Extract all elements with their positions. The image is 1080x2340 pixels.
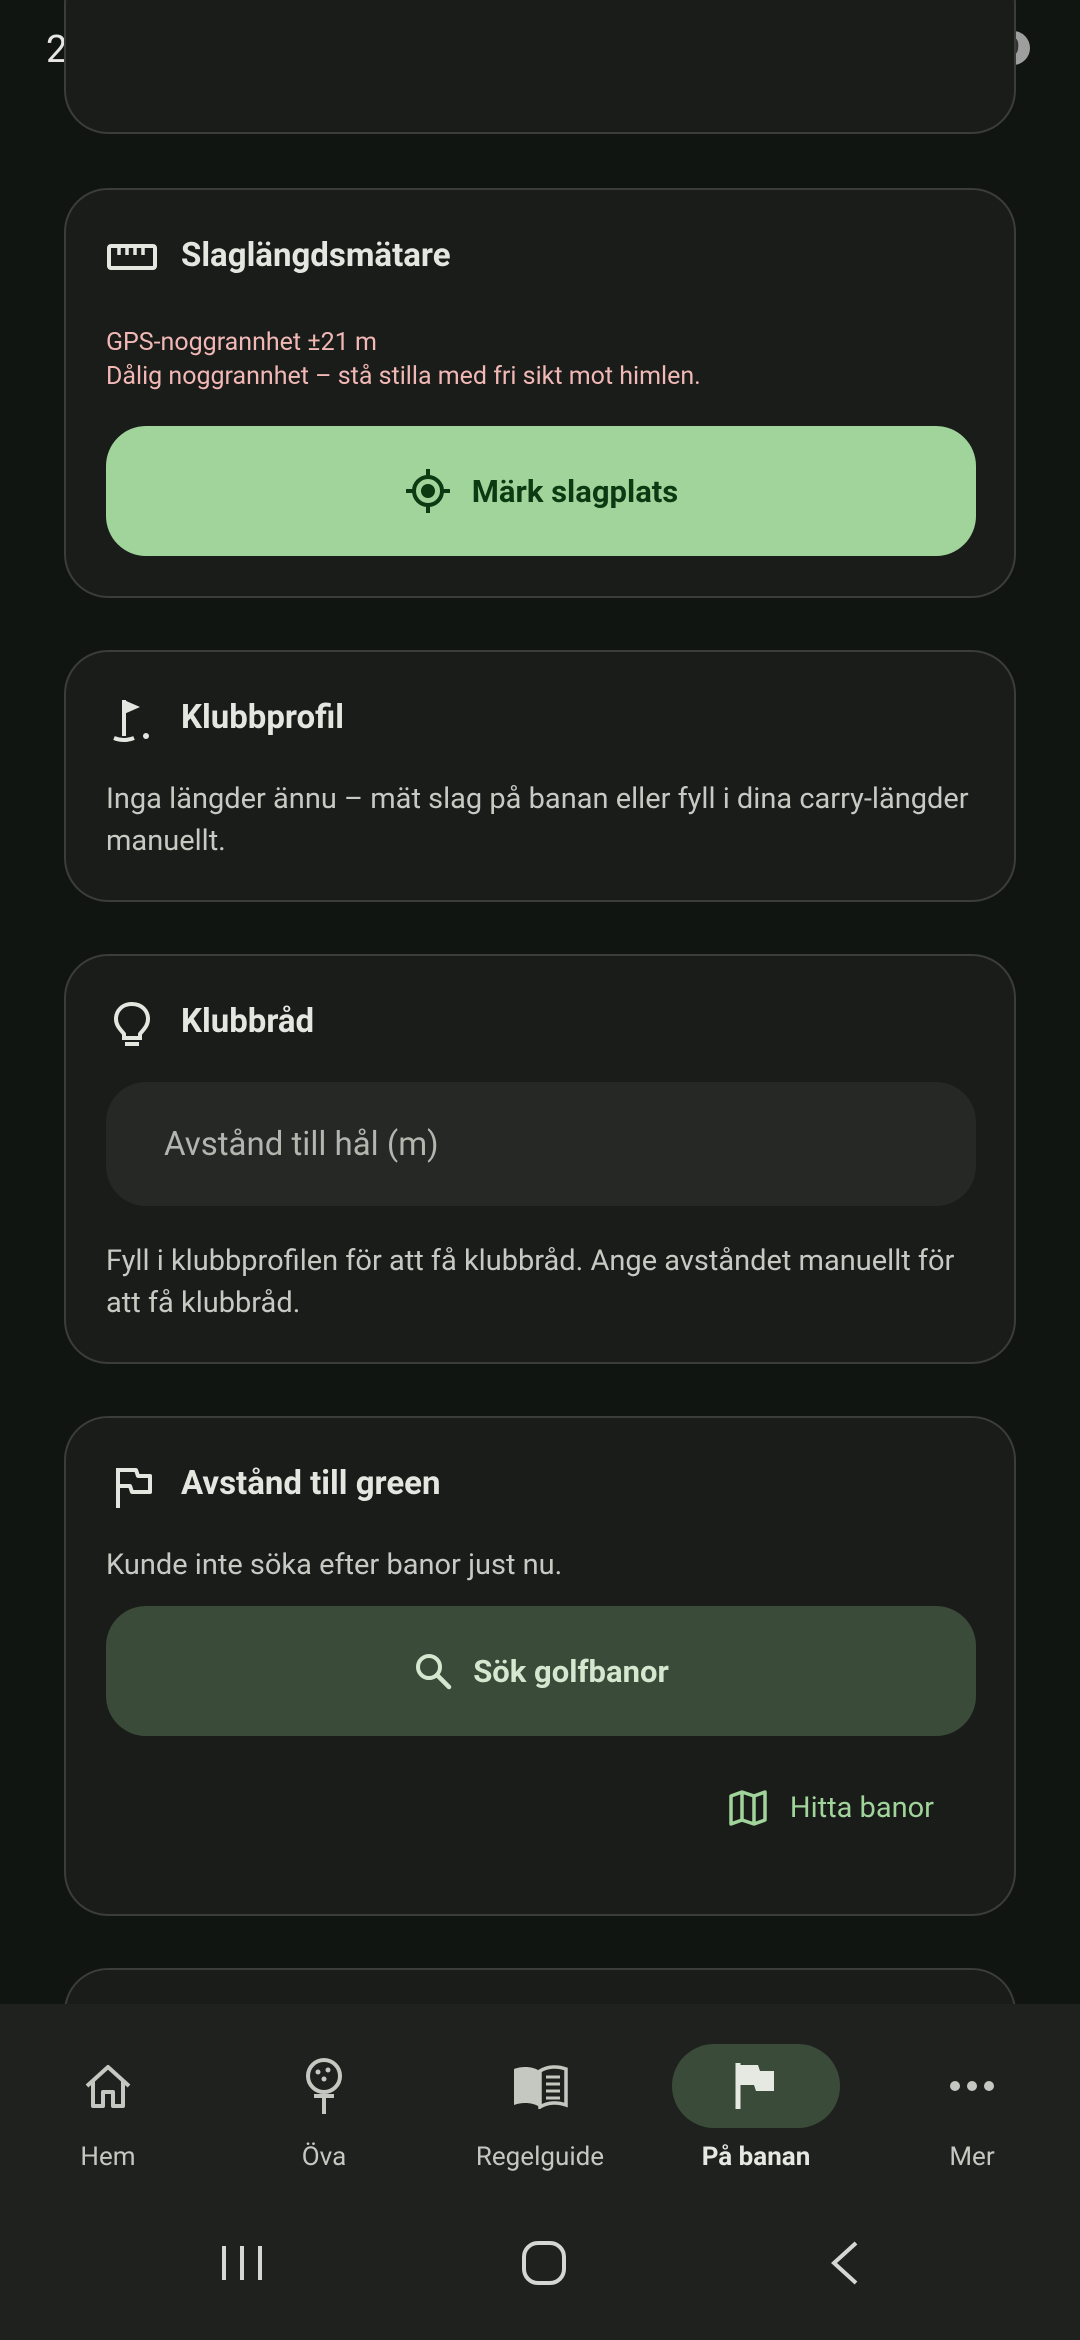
gps-warning-text: Dålig noggrannhet – stå stilla med fri s… bbox=[106, 362, 701, 391]
nav-item-on-course[interactable]: På banan bbox=[656, 2044, 856, 2172]
nav-item-home[interactable]: Hem bbox=[8, 2044, 208, 2172]
nav-item-more[interactable]: Mer bbox=[872, 2044, 1072, 2172]
lightbulb-icon bbox=[113, 1001, 151, 1046]
previous-card bbox=[64, 0, 1016, 134]
course-search-error-text: Kunde inte söka efter banor just nu. bbox=[106, 1548, 563, 1582]
club-profile-title: Klubbprofil bbox=[181, 698, 344, 737]
search-courses-label: Sök golfbanor bbox=[473, 1652, 669, 1690]
gps-accuracy-text: GPS-noggrannhet ±21 m bbox=[106, 328, 377, 357]
find-courses-label: Hitta banor bbox=[789, 1791, 934, 1825]
club-advice-title: Klubbråd bbox=[181, 1002, 315, 1041]
distance-to-hole-input[interactable]: Avstånd till hål (m) bbox=[106, 1082, 976, 1206]
mark-shot-label: Märk slagplats bbox=[471, 472, 679, 510]
bottom-navigation: Hem Öva Regelguide På banan Mer bbox=[0, 2004, 1080, 2340]
back-icon[interactable] bbox=[826, 2240, 866, 2286]
recent-apps-icon[interactable] bbox=[218, 2240, 266, 2286]
more-icon bbox=[950, 2081, 994, 2091]
green-distance-card: Avstånd till green Kunde inte söka efter… bbox=[64, 1416, 1016, 1916]
home-icon bbox=[85, 2065, 131, 2108]
club-advice-text: Fyll i klubbprofilen för att få klubbråd… bbox=[106, 1244, 955, 1320]
green-distance-title: Avstånd till green bbox=[181, 1464, 441, 1503]
club-profile-text: Inga längder ännu – mät slag på banan el… bbox=[106, 782, 969, 858]
home-button-icon[interactable] bbox=[520, 2240, 568, 2286]
nav-label-more: Mer bbox=[949, 2142, 995, 2172]
distance-meter-title: Slaglängdsmätare bbox=[181, 236, 451, 275]
ruler-icon bbox=[107, 244, 157, 270]
flag-icon bbox=[735, 2063, 774, 2109]
gps-target-icon bbox=[405, 469, 450, 513]
nav-label-practice: Öva bbox=[301, 2142, 347, 2172]
club-advice-card: Klubbråd Avstånd till hål (m) Fyll i klu… bbox=[64, 954, 1016, 1364]
nav-label-home: Hem bbox=[80, 2142, 136, 2172]
nav-item-rules[interactable]: Regelguide bbox=[440, 2044, 640, 2172]
map-icon bbox=[729, 1790, 767, 1826]
nav-item-practice[interactable]: Öva bbox=[224, 2044, 424, 2172]
outlined-flag-icon bbox=[116, 1468, 152, 1508]
nav-label-on-course: På banan bbox=[701, 2142, 811, 2172]
mark-shot-button[interactable]: Märk slagplats bbox=[106, 426, 976, 556]
find-courses-button[interactable]: Hitta banor bbox=[728, 1788, 934, 1828]
golf-flag-icon bbox=[113, 700, 149, 742]
golf-ball-tee-icon bbox=[306, 2058, 342, 2114]
distance-meter-card: Slaglängdsmätare GPS-noggrannhet ±21 m D… bbox=[64, 188, 1016, 598]
search-icon bbox=[416, 1654, 452, 1690]
nav-label-rules: Regelguide bbox=[475, 2142, 605, 2172]
search-courses-button[interactable]: Sök golfbanor bbox=[106, 1606, 976, 1736]
book-icon bbox=[514, 2065, 568, 2109]
club-profile-card: Klubbprofil Inga längder ännu – mät slag… bbox=[64, 650, 1016, 902]
